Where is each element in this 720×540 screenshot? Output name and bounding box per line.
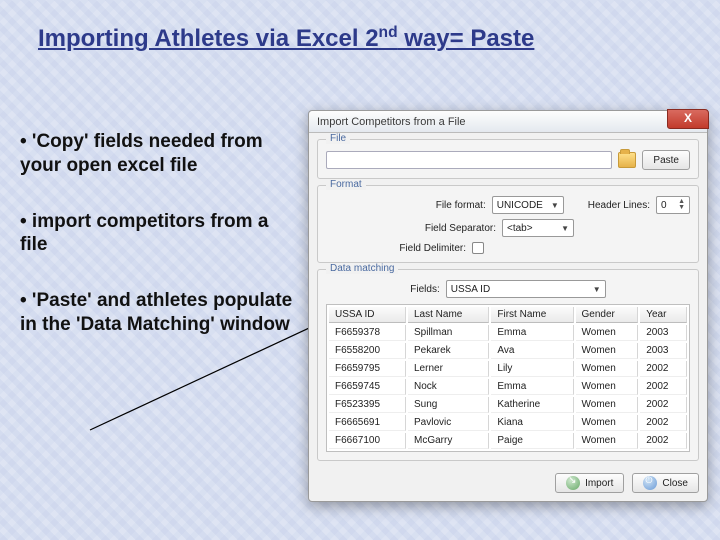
table-cell: Paige — [491, 433, 573, 449]
group-format: Format File format: UNICODE ▼ Header Lin… — [317, 185, 699, 263]
bullet-3: • 'Paste' and athletes populate in the '… — [20, 289, 300, 337]
table-header[interactable]: Last Name — [408, 307, 489, 323]
group-data-matching: Data matching Fields: USSA ID ▼ USSA IDL… — [317, 269, 699, 461]
table-cell: Pavlovic — [408, 415, 489, 431]
file-format-value: UNICODE — [497, 200, 543, 211]
chevron-down-icon: ▼ — [561, 224, 569, 233]
table-cell: F6523395 — [329, 397, 406, 413]
file-format-select[interactable]: UNICODE ▼ — [492, 196, 564, 214]
fields-select[interactable]: USSA ID ▼ — [446, 280, 606, 298]
field-separator-select[interactable]: <tab> ▼ — [502, 219, 574, 237]
table-cell: Kiana — [491, 415, 573, 431]
table-cell: F6659745 — [329, 379, 406, 395]
field-separator-value: <tab> — [507, 223, 533, 234]
header-lines-value: 0 — [661, 200, 667, 211]
table-cell: Ava — [491, 343, 573, 359]
fields-value: USSA ID — [451, 284, 490, 295]
table-cell: Women — [576, 325, 639, 341]
field-separator-label: Field Separator: — [425, 223, 496, 234]
slide-title: Importing Athletes via Excel 2nd way= Pa… — [38, 24, 534, 53]
table-cell: Women — [576, 433, 639, 449]
competitors-table[interactable]: USSA IDLast NameFirst NameGenderYear F665… — [326, 304, 690, 452]
table-cell: Emma — [491, 379, 573, 395]
table-cell: 2002 — [640, 415, 687, 431]
bullet-2: • import competitors from a file — [20, 210, 300, 258]
table-cell: 2002 — [640, 397, 687, 413]
dialog-title: Import Competitors from a File — [317, 116, 466, 128]
window-close-button[interactable]: X — [667, 109, 709, 129]
table-cell: Spillman — [408, 325, 489, 341]
fields-label: Fields: — [410, 284, 439, 295]
group-matching-legend: Data matching — [326, 263, 398, 274]
file-path-input[interactable] — [326, 151, 612, 169]
table-cell: Lerner — [408, 361, 489, 377]
power-icon — [643, 476, 657, 490]
table-row[interactable]: F6667100McGarryPaigeWomen2002 — [329, 433, 687, 449]
import-dialog: Import Competitors from a File X File Pa… — [308, 110, 708, 502]
file-format-label: File format: — [436, 200, 486, 211]
table-cell: Women — [576, 415, 639, 431]
header-lines-label: Header Lines: — [588, 200, 650, 211]
table-cell: F6659795 — [329, 361, 406, 377]
table-row[interactable]: F6659745NockEmmaWomen2002 — [329, 379, 687, 395]
table-cell: Women — [576, 343, 639, 359]
table-cell: McGarry — [408, 433, 489, 449]
paste-button-label: Paste — [653, 155, 679, 166]
table-cell: Pekarek — [408, 343, 489, 359]
table-cell: F6659378 — [329, 325, 406, 341]
table-cell: 2002 — [640, 379, 687, 395]
table-cell: Women — [576, 379, 639, 395]
table-cell: Nock — [408, 379, 489, 395]
table-cell: F6665691 — [329, 415, 406, 431]
group-file-legend: File — [326, 133, 350, 144]
table-cell: 2003 — [640, 343, 687, 359]
table-cell: Women — [576, 361, 639, 377]
table-row[interactable]: F6558200PekarekAvaWomen2003 — [329, 343, 687, 359]
title-suffix: way= Paste — [398, 25, 535, 52]
title-prefix: Importing Athletes via Excel 2 — [38, 25, 379, 52]
table-header[interactable]: First Name — [491, 307, 573, 323]
header-lines-stepper[interactable]: 0 ▲▼ — [656, 196, 690, 214]
table-cell: F6667100 — [329, 433, 406, 449]
dialog-footer: Import Close — [317, 467, 699, 493]
table-cell: Emma — [491, 325, 573, 341]
dialog-body: File Paste Format File format: UNICODE ▼… — [309, 133, 707, 501]
field-delimiter-checkbox[interactable] — [472, 242, 484, 254]
table-cell: Women — [576, 397, 639, 413]
dialog-titlebar[interactable]: Import Competitors from a File X — [309, 111, 707, 133]
table-cell: Sung — [408, 397, 489, 413]
group-file: File Paste — [317, 139, 699, 179]
close-icon: X — [684, 111, 692, 125]
table-cell: 2003 — [640, 325, 687, 341]
table-row[interactable]: F6659795LernerLilyWomen2002 — [329, 361, 687, 377]
paste-button[interactable]: Paste — [642, 150, 690, 170]
title-sup: nd — [379, 24, 398, 41]
table-cell: 2002 — [640, 433, 687, 449]
table-cell: 2002 — [640, 361, 687, 377]
table-row[interactable]: F6665691PavlovicKianaWomen2002 — [329, 415, 687, 431]
import-icon — [566, 476, 580, 490]
group-format-legend: Format — [326, 179, 366, 190]
field-delimiter-label: Field Delimiter: — [399, 243, 466, 254]
table-cell: F6558200 — [329, 343, 406, 359]
import-button[interactable]: Import — [555, 473, 624, 493]
table-cell: Katherine — [491, 397, 573, 413]
close-button-label: Close — [662, 478, 688, 489]
close-button[interactable]: Close — [632, 473, 699, 493]
bullet-list: • 'Copy' fields needed from your open ex… — [20, 130, 300, 369]
table-row[interactable]: F6659378SpillmanEmmaWomen2003 — [329, 325, 687, 341]
table-header[interactable]: USSA ID — [329, 307, 406, 323]
folder-icon[interactable] — [618, 152, 636, 168]
table-cell: Lily — [491, 361, 573, 377]
bullet-1: • 'Copy' fields needed from your open ex… — [20, 130, 300, 178]
chevron-down-icon: ▼ — [551, 201, 559, 210]
import-button-label: Import — [585, 478, 613, 489]
stepper-arrows-icon: ▲▼ — [678, 199, 685, 211]
table-header[interactable]: Gender — [576, 307, 639, 323]
chevron-down-icon: ▼ — [593, 285, 601, 294]
table-header[interactable]: Year — [640, 307, 687, 323]
table-row[interactable]: F6523395SungKatherineWomen2002 — [329, 397, 687, 413]
